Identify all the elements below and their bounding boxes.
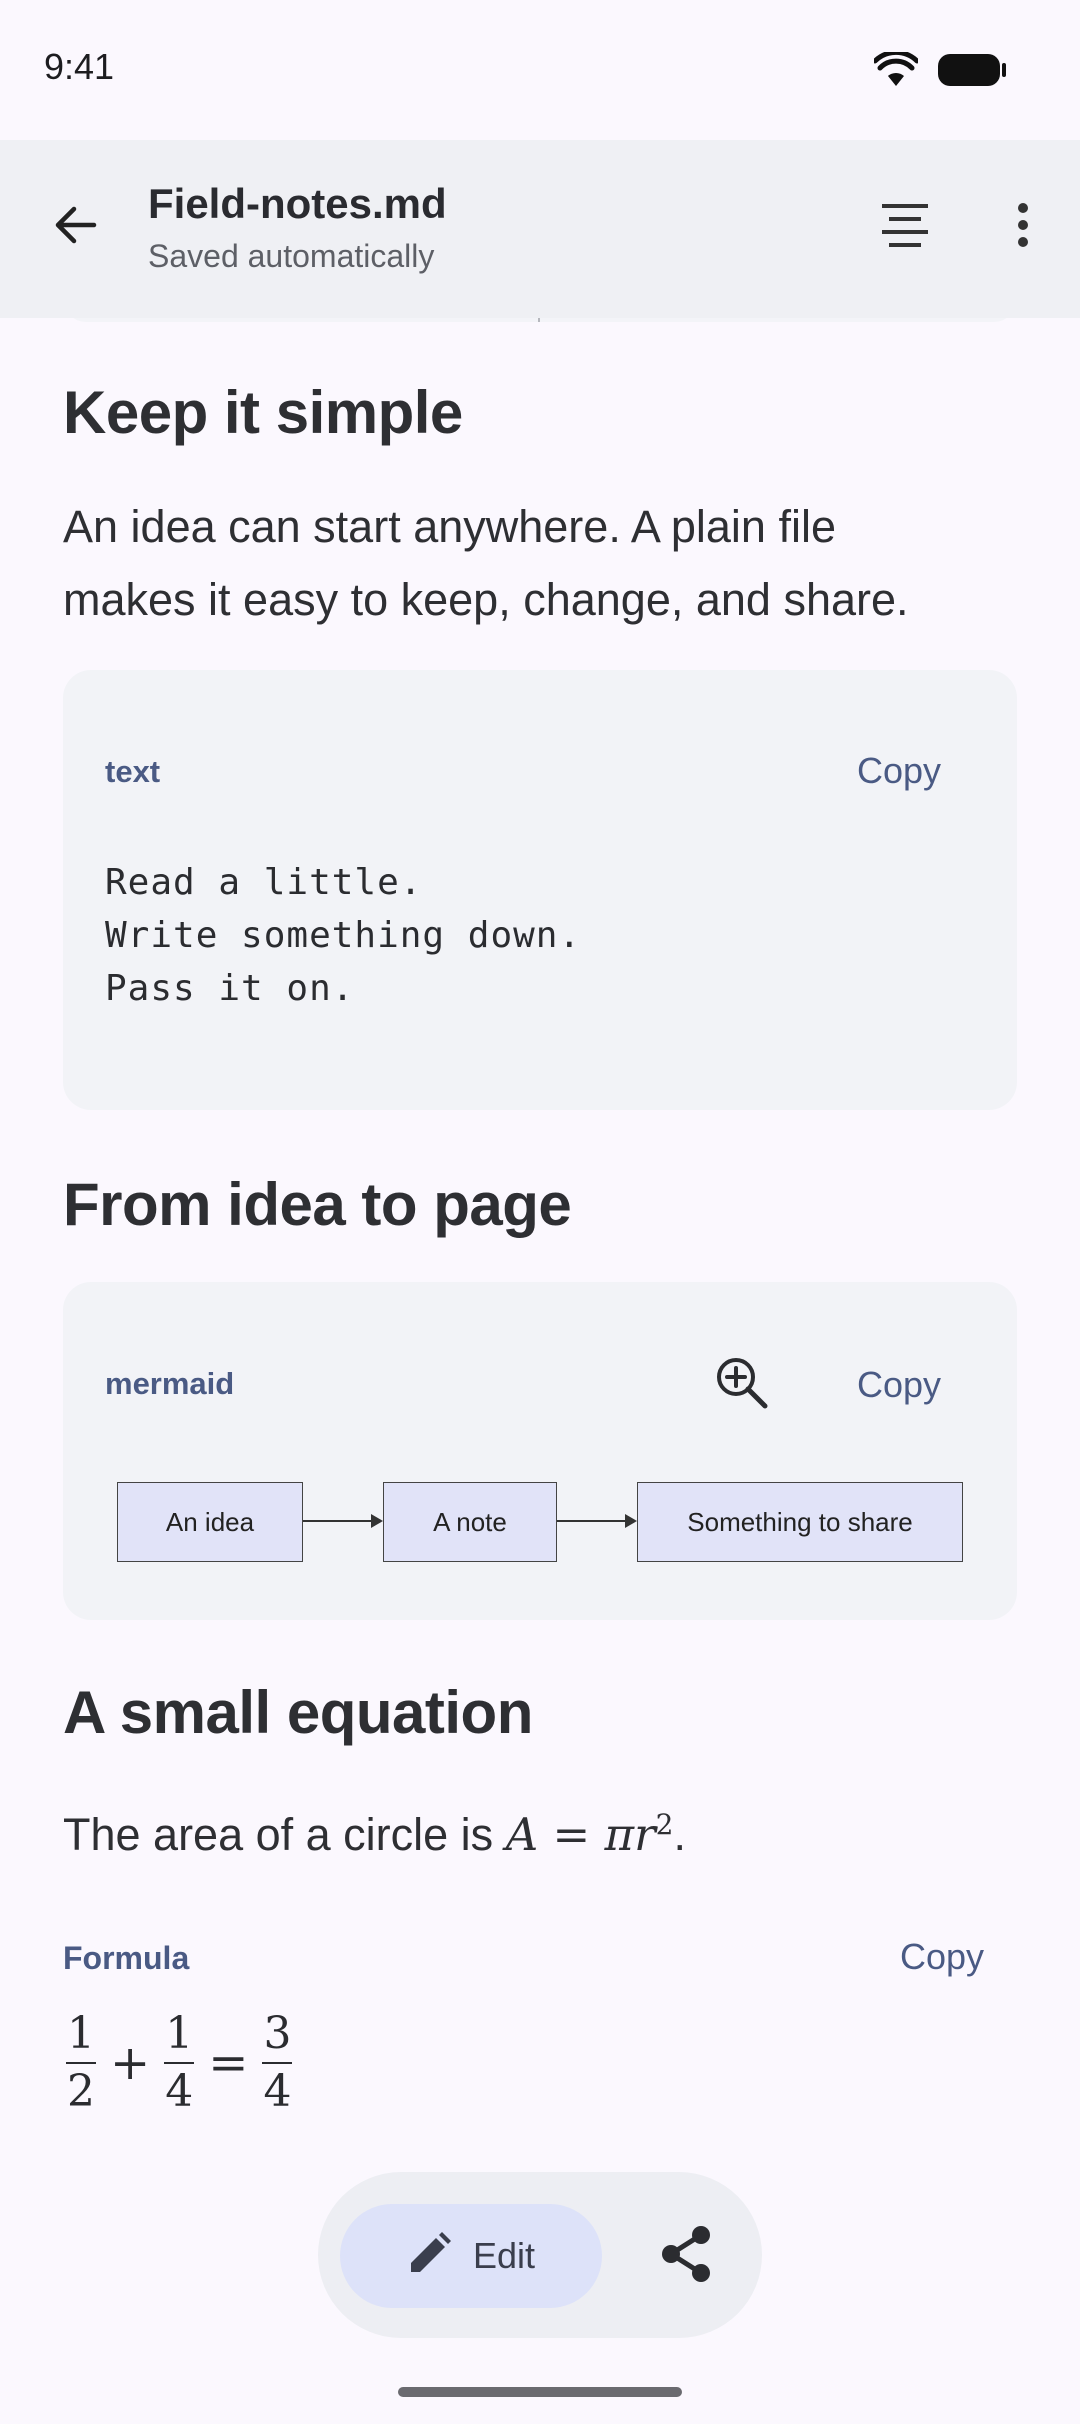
diagram-language-label: mermaid — [105, 1366, 235, 1401]
paragraph-intro: An idea can start anywhere. A plain file… — [63, 490, 1023, 636]
fraction: 1 2 — [66, 2010, 96, 2116]
heading-from-idea-to-page: From idea to page — [63, 1171, 572, 1238]
heading-a-small-equation: A small equation — [63, 1679, 533, 1746]
diagram-edge — [557, 1520, 625, 1522]
numerator: 1 — [67, 2008, 95, 2059]
paragraph-text: . — [673, 1809, 686, 1860]
heading-keep-it-simple: Keep it simple — [63, 379, 463, 446]
diagram-block: mermaid Copy An idea A note Something to… — [63, 1282, 1017, 1620]
math-variable: A — [505, 1808, 539, 1861]
save-status: Saved automatically — [148, 238, 435, 274]
bottom-action-bar: Edit — [318, 2172, 762, 2338]
wifi-icon — [872, 49, 920, 93]
math-variable: πr — [604, 1808, 656, 1861]
math-operator: = — [208, 2035, 249, 2091]
code-line: Read a little. — [105, 862, 423, 903]
diagram-edge — [303, 1520, 371, 1522]
home-indicator[interactable] — [398, 2387, 682, 2397]
back-button[interactable] — [40, 192, 110, 262]
back-arrow-icon — [52, 202, 98, 253]
denominator: 2 — [67, 2066, 95, 2117]
formula-display: 1 2 + 1 4 = 3 4 — [66, 2008, 293, 2117]
copy-formula-button[interactable]: Copy — [900, 1936, 984, 1978]
status-icons — [872, 49, 1008, 93]
diagram-node: Something to share — [637, 1482, 963, 1562]
paragraph-equation: The area of a circle is A = πr2. — [63, 1788, 1023, 1871]
code-language-label: text — [105, 754, 161, 789]
math-operator: + — [110, 2035, 151, 2091]
zoom-in-icon — [713, 1354, 769, 1415]
math-exponent: 2 — [655, 1808, 674, 1841]
fraction: 1 4 — [164, 2008, 195, 2117]
app-bar: Field-notes.md Saved automatically — [0, 140, 1080, 318]
diagram-arrowhead — [371, 1514, 383, 1528]
fraction-bar — [262, 2062, 293, 2064]
document-title: Field-notes.md — [148, 180, 447, 227]
share-button[interactable] — [656, 2225, 716, 2288]
table-of-contents-icon — [880, 202, 930, 253]
share-icon — [659, 2225, 713, 2288]
math-operator: = — [538, 1808, 605, 1861]
copy-code-button[interactable]: Copy — [857, 750, 941, 792]
diagram-arrowhead — [625, 1514, 637, 1528]
diagram-node: An idea — [117, 1482, 303, 1562]
numerator: 3 — [263, 2008, 292, 2059]
zoom-in-button[interactable] — [709, 1352, 773, 1416]
table-of-contents-button[interactable] — [870, 192, 940, 262]
numerator: 1 — [165, 2008, 194, 2059]
paragraph-line: An idea can start anywhere. A plain file — [63, 501, 836, 552]
status-bar: 9:41 — [0, 0, 1080, 140]
fraction-bar — [66, 2062, 96, 2064]
paragraph-text: The area of a circle is — [63, 1809, 506, 1860]
formula-label: Formula — [63, 1940, 190, 1976]
pencil-icon — [407, 2231, 451, 2281]
copy-diagram-button[interactable]: Copy — [857, 1364, 941, 1406]
edit-label: Edit — [472, 2235, 536, 2276]
denominator: 4 — [263, 2066, 292, 2117]
more-vert-icon — [1016, 202, 1030, 253]
status-time: 9:41 — [44, 46, 115, 87]
edit-button[interactable]: Edit — [340, 2204, 602, 2308]
fraction: 3 4 — [262, 2008, 293, 2117]
diagram-node: A note — [383, 1482, 557, 1562]
code-line: Write something down. — [105, 915, 582, 956]
battery-icon — [936, 52, 1008, 93]
fraction-bar — [164, 2062, 195, 2064]
code-line: Pass it on. — [105, 968, 355, 1009]
denominator: 4 — [165, 2066, 194, 2117]
code-block: text Copy Read a little. Write something… — [63, 670, 1017, 1110]
more-options-button[interactable] — [988, 192, 1058, 262]
paragraph-line: makes it easy to keep, change, and share… — [63, 574, 909, 625]
